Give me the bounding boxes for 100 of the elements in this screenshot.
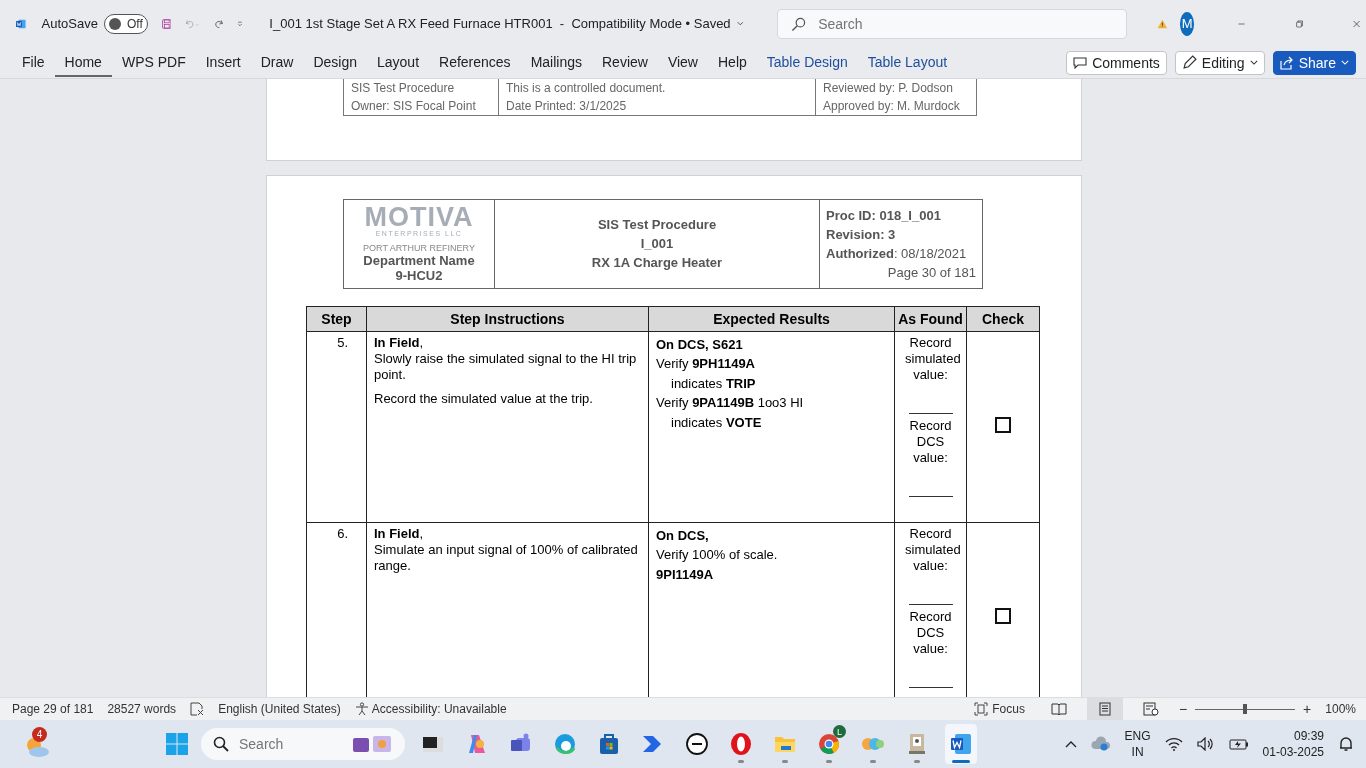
column-header: As Found <box>894 306 967 332</box>
cloud-sync-icon[interactable] <box>1090 736 1111 753</box>
step-number: 5. <box>337 334 348 350</box>
notification-badge: 4 <box>32 727 47 743</box>
comment-icon <box>1073 56 1088 69</box>
ribbon-tab[interactable]: Table Design <box>756 48 858 77</box>
edge-icon <box>553 732 577 757</box>
read-mode-icon[interactable] <box>1050 702 1067 717</box>
windows-start-icon[interactable] <box>165 732 189 757</box>
focus-icon <box>974 702 989 717</box>
web-layout-icon[interactable] <box>1142 702 1159 717</box>
autosave-toggle[interactable]: Off <box>103 13 148 34</box>
comments-button[interactable]: Comments <box>1066 50 1167 75</box>
store-icon <box>597 732 621 757</box>
ribbon-tab[interactable]: Home <box>54 48 112 77</box>
ribbon-tab[interactable]: References <box>429 48 521 77</box>
opera-icon <box>729 732 753 757</box>
expected-result: Verify 9PH1149A <box>656 355 756 374</box>
fill-in-line[interactable] <box>908 686 953 688</box>
fill-in-line[interactable] <box>908 603 953 605</box>
column-header: Step Instructions <box>366 306 649 332</box>
instruction-text: Record the simulated value at the trip. <box>374 390 594 407</box>
procedure-title: I_001 <box>639 235 675 254</box>
ribbon-tab[interactable]: File <box>12 48 55 77</box>
ribbon-tab[interactable]: Mailings <box>520 48 592 77</box>
step-number: 6. <box>337 525 348 541</box>
column-header: Step <box>306 306 367 332</box>
expected-result: On DCS, S621 <box>656 335 744 354</box>
user-avatar[interactable]: M <box>1180 11 1195 36</box>
battery-icon[interactable] <box>1228 738 1249 751</box>
procedure-info: Revision: 3 <box>826 225 897 244</box>
focus-button[interactable]: Focus <box>968 701 1031 718</box>
expected-result: 9PI1149A <box>656 565 715 584</box>
language-status[interactable]: English (United States) <box>218 702 341 717</box>
expected-result: On DCS, <box>656 526 710 545</box>
unit-name: 9-HCU2 <box>394 268 444 284</box>
footer-cell: Approved by: M. Murdock <box>815 96 977 116</box>
page-count[interactable]: Page 29 of 181 <box>12 702 94 717</box>
accessibility-icon <box>354 702 369 717</box>
chevron-up-icon[interactable] <box>1064 740 1077 749</box>
procedure-info: Authorized: 08/18/2021 <box>826 244 968 263</box>
fill-in-line[interactable] <box>908 495 953 497</box>
expected-result: Verify 100% of scale. <box>656 546 779 565</box>
ribbon-tab[interactable]: View <box>657 48 708 77</box>
company-logo: MOTIVA <box>363 204 475 231</box>
ribbon-tab[interactable]: Draw <box>250 48 304 77</box>
wifi-icon[interactable] <box>1164 737 1183 752</box>
checkbox[interactable] <box>995 417 1011 434</box>
ribbon-tab[interactable]: Review <box>592 48 658 77</box>
ribbon-tab[interactable]: Help <box>708 48 757 77</box>
chevron-down-icon[interactable] <box>736 20 744 28</box>
fill-in-line[interactable] <box>908 412 953 414</box>
editing-button[interactable]: Editing <box>1174 50 1265 75</box>
ribbon-tab[interactable]: Design <box>303 48 367 77</box>
print-layout-icon[interactable] <box>1098 702 1111 717</box>
procedure-info: Proc ID: 018_I_001 <box>826 206 942 225</box>
instruction-text: In Field, Simulate an input signal of 100% of calibrated range. <box>374 525 639 574</box>
word-count[interactable]: 28527 words <box>107 702 177 717</box>
chevron-down-icon <box>1249 60 1258 66</box>
proofing-icon[interactable] <box>190 702 205 717</box>
zoom-out-button[interactable]: − <box>1178 701 1188 718</box>
procedure-title: SIS Test Procedure <box>596 216 718 235</box>
expected-result: indicates TRIP <box>670 374 757 393</box>
footer-cell: Date Printed: 3/1/2025 <box>498 96 816 116</box>
refinery-name: PORT ARTHUR REFINERY <box>362 243 476 254</box>
search-field[interactable]: Search <box>777 8 1128 39</box>
record-label: Record DCS value: <box>908 417 953 466</box>
notification-bell-icon[interactable] <box>1338 736 1354 753</box>
share-icon <box>1279 55 1294 70</box>
zoom-thumb[interactable] <box>1243 703 1248 714</box>
ribbon-tab[interactable]: WPS PDF <box>111 48 196 77</box>
taskbar-search-field[interactable]: Search <box>201 728 405 761</box>
share-button[interactable]: Share <box>1272 50 1356 75</box>
word-icon <box>949 732 973 757</box>
input-language[interactable]: ENG IN <box>1124 728 1151 761</box>
taskbar-app[interactable] <box>945 724 977 765</box>
chevron-down-icon <box>1341 60 1349 66</box>
footer-cell: Reviewed by: P. Dodson <box>815 78 977 97</box>
zoom-in-button[interactable]: + <box>1303 701 1312 718</box>
search-icon <box>791 16 807 32</box>
accessibility-status[interactable]: Accessibility: Unavailable <box>354 702 507 717</box>
zoom-level[interactable]: 100% <box>1325 702 1356 717</box>
ribbon-tab[interactable]: Layout <box>367 48 430 77</box>
taskbar-app[interactable]: L <box>813 724 845 765</box>
footer-cell: SIS Test Procedure <box>343 78 499 97</box>
footer-cell: Owner: SIS Focal Point <box>343 96 499 116</box>
account-badge: L <box>833 725 846 739</box>
search-icon <box>213 736 229 753</box>
ribbon-tab[interactable]: Table Layout <box>857 48 958 77</box>
document-title[interactable]: I_001 1st Stage Set A RX Feed Furnace HTR001 - Compatibility Mode • Saved <box>269 16 731 32</box>
checkbox[interactable] <box>995 608 1011 625</box>
column-header: Expected Results <box>648 306 895 332</box>
system-clock[interactable]: 09:39 01-03-2025 <box>1262 728 1324 761</box>
pencil-icon <box>1181 55 1197 71</box>
ribbon-tab[interactable]: Insert <box>195 48 251 77</box>
department-name: Department Name <box>362 253 476 269</box>
volume-icon[interactable] <box>1196 737 1215 752</box>
autosave-label: AutoSave <box>41 16 98 32</box>
record-label: Record DCS value: <box>908 608 953 657</box>
restore-icon[interactable] <box>1295 17 1303 30</box>
